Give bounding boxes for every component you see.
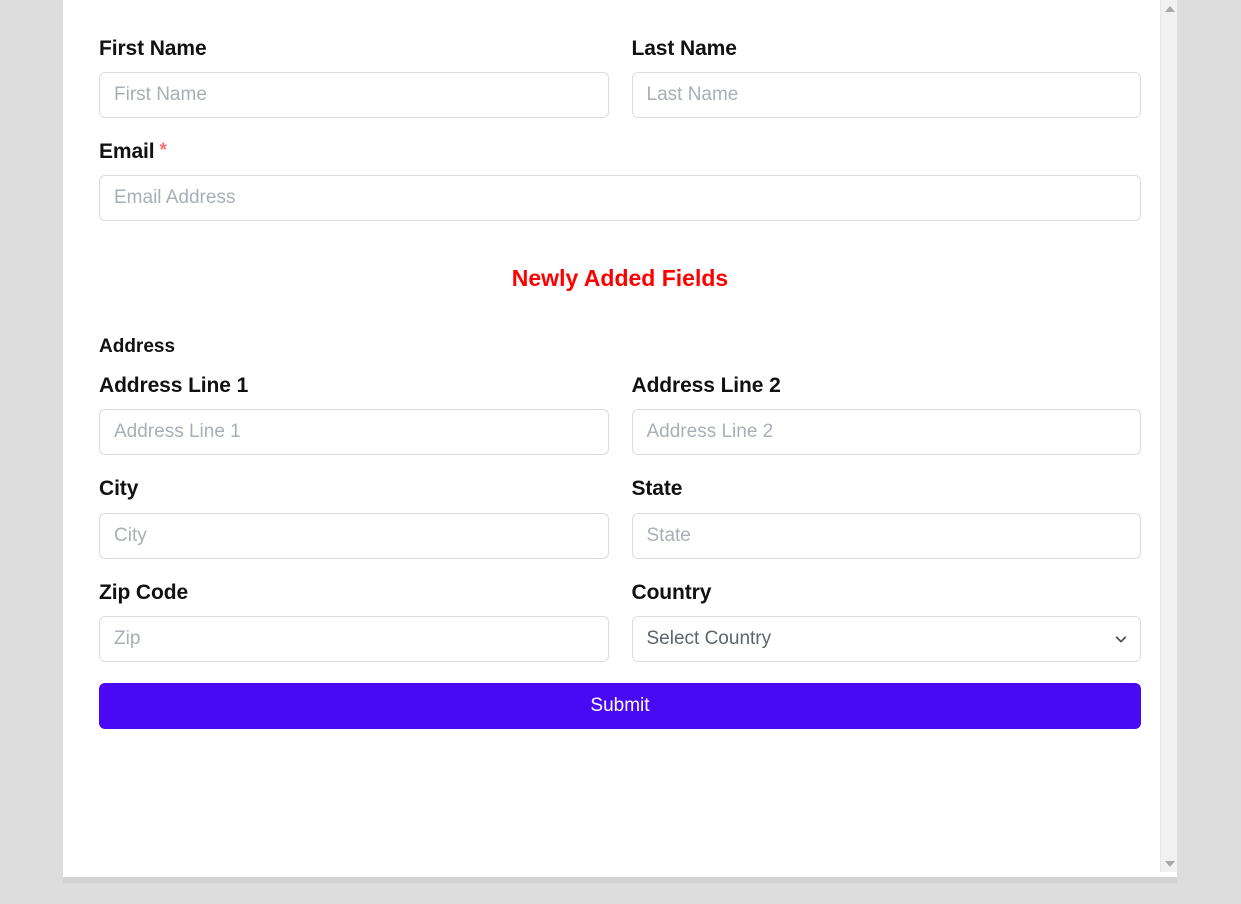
zip-country-row: Zip Code Country Select Country bbox=[99, 581, 1141, 662]
newly-added-fields-heading: Newly Added Fields bbox=[511, 265, 729, 292]
last-name-input[interactable] bbox=[631, 72, 1141, 119]
address-line-2-input[interactable] bbox=[631, 409, 1141, 456]
registration-form: First Name Last Name Email* Newly Added … bbox=[99, 0, 1141, 877]
state-field: State bbox=[631, 477, 1141, 559]
state-input[interactable] bbox=[631, 512, 1141, 559]
email-input[interactable] bbox=[99, 175, 1141, 222]
country-label: Country bbox=[631, 580, 712, 604]
last-name-field: Last Name bbox=[631, 37, 1141, 119]
page-viewport: First Name Last Name Email* Newly Added … bbox=[0, 0, 1241, 904]
address-section-label: Address bbox=[99, 336, 176, 358]
scroll-up-button[interactable] bbox=[1161, 0, 1177, 17]
city-field: City bbox=[99, 477, 609, 559]
first-name-label: First Name bbox=[99, 37, 207, 60]
zip-code-field: Zip Code bbox=[99, 581, 609, 662]
vertical-scrollbar[interactable] bbox=[1160, 0, 1177, 872]
last-name-label: Last Name bbox=[631, 37, 737, 60]
city-label: City bbox=[99, 477, 139, 501]
address-line-row: Address Line 1 Address Line 2 bbox=[99, 374, 1141, 456]
scroll-gutter bbox=[1194, 0, 1241, 904]
zip-code-label: Zip Code bbox=[99, 580, 189, 604]
name-row: First Name Last Name bbox=[99, 37, 1141, 119]
address-line-1-label: Address Line 1 bbox=[99, 374, 249, 398]
zip-code-input[interactable] bbox=[99, 615, 609, 662]
triangle-down-icon bbox=[1164, 860, 1175, 867]
submit-button[interactable]: Submit bbox=[99, 682, 1141, 729]
country-select-wrapper: Select Country bbox=[631, 615, 1141, 662]
scroll-down-button[interactable] bbox=[1161, 855, 1177, 872]
country-select[interactable]: Select Country bbox=[631, 615, 1141, 662]
first-name-input[interactable] bbox=[99, 72, 609, 119]
required-asterisk-icon: * bbox=[159, 140, 167, 162]
city-state-row: City State bbox=[99, 477, 1141, 559]
address-line-1-field: Address Line 1 bbox=[99, 374, 609, 456]
form-card: First Name Last Name Email* Newly Added … bbox=[63, 0, 1177, 877]
city-input[interactable] bbox=[99, 512, 609, 559]
card-bottom-edge bbox=[63, 877, 1177, 883]
address-line-2-label: Address Line 2 bbox=[631, 374, 781, 398]
email-field: Email * bbox=[99, 140, 1141, 222]
address-line-2-field: Address Line 2 bbox=[631, 374, 1141, 456]
address-line-1-input[interactable] bbox=[99, 409, 609, 456]
first-name-field: First Name bbox=[99, 37, 609, 119]
email-label-text: Email bbox=[99, 140, 155, 164]
triangle-up-icon bbox=[1164, 5, 1175, 12]
state-label: State bbox=[631, 477, 683, 501]
email-label: Email * bbox=[99, 140, 1141, 163]
country-field: Country Select Country bbox=[631, 580, 1141, 662]
